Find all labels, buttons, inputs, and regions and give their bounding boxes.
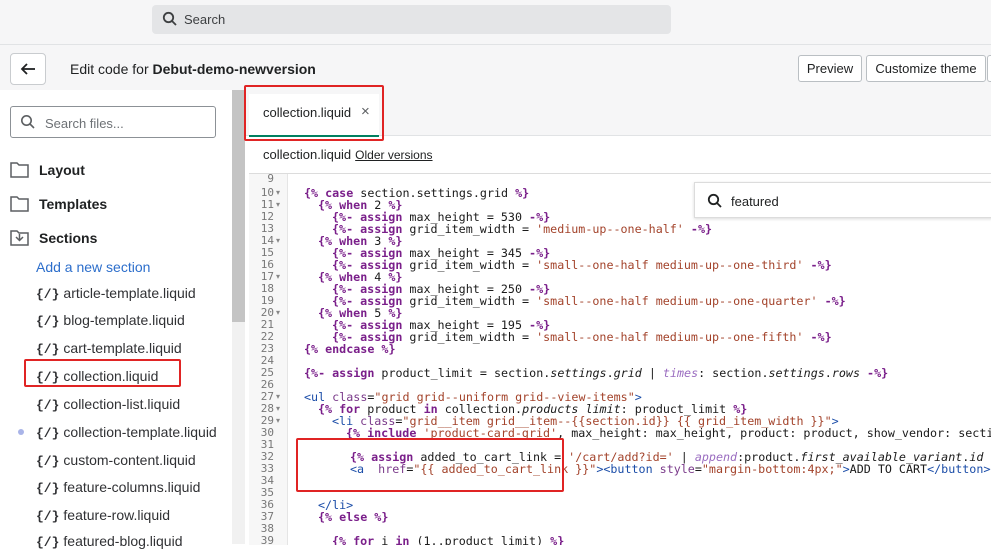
file-sidebar: Search files... Layout Templates Section… (0, 90, 232, 550)
editor-header: Edit code for Debut-demo-newversion Prev… (0, 45, 991, 90)
fold-arrow-icon[interactable]: ▾ (276, 236, 280, 245)
customize-theme-button[interactable]: Customize theme (866, 55, 986, 82)
file-highlight (24, 359, 181, 387)
file-item[interactable]: {/} feature-columns.liquid (36, 479, 200, 499)
liquid-file-icon: {/} (36, 314, 60, 329)
file-name: custom-content.liquid (63, 452, 196, 468)
code-highlight (296, 438, 564, 492)
code-line: {% for i in (1..product_limit) %} (332, 534, 565, 545)
fold-arrow-icon[interactable]: ▾ (276, 200, 280, 209)
liquid-file-icon: {/} (36, 342, 60, 357)
preview-button[interactable]: Preview (798, 55, 862, 82)
find-input-value: featured (731, 194, 779, 209)
fold-arrow-icon[interactable]: ▾ (276, 416, 280, 425)
file-item[interactable]: {/} cart-template.liquid (36, 340, 182, 360)
code-line: {%- assign product_limit = section.setti… (304, 366, 889, 380)
global-search-input[interactable]: Search (152, 5, 671, 34)
fold-arrow-icon[interactable]: ▾ (276, 188, 280, 197)
file-name: cart-template.liquid (63, 340, 182, 356)
file-search-input[interactable]: Search files... (10, 106, 216, 138)
find-box[interactable]: featured (694, 182, 991, 218)
top-bar: Search (0, 0, 991, 45)
older-versions-link[interactable]: Older versions (355, 148, 432, 162)
file-name: collection-list.liquid (63, 396, 181, 412)
file-item[interactable]: {/} collection-template.liquid (36, 424, 217, 444)
global-search-placeholder: Search (184, 12, 226, 27)
theme-name: Debut-demo-newversion (152, 61, 316, 77)
page-title-prefix: Edit code for (70, 61, 149, 77)
code-line: {%- assign grid_item_width = 'small--one… (332, 294, 846, 308)
tab-highlight (244, 85, 384, 141)
liquid-file-icon: {/} (36, 535, 60, 550)
liquid-file-icon: {/} (36, 454, 60, 469)
file-item[interactable]: {/} article-template.liquid (36, 285, 196, 305)
modified-dot (18, 429, 24, 435)
file-info: collection.liquid Older versions (263, 147, 433, 162)
file-name: feature-columns.liquid (63, 479, 201, 495)
file-name: article-template.liquid (63, 285, 196, 301)
fold-arrow-icon[interactable]: ▾ (276, 272, 280, 281)
liquid-file-icon: {/} (36, 398, 60, 413)
liquid-file-icon: {/} (36, 287, 60, 302)
page-title: Edit code for Debut-demo-newversion (70, 61, 316, 77)
fold-arrow-icon[interactable]: ▾ (276, 308, 280, 317)
liquid-file-icon: {/} (36, 509, 60, 524)
folder-open-icon (10, 230, 29, 246)
code-line: {%- assign grid_item_width = 'small--one… (332, 330, 832, 344)
file-item[interactable]: {/} feature-row.liquid (36, 507, 170, 527)
folder-icon (10, 196, 29, 212)
file-item[interactable]: {/} collection-list.liquid (36, 396, 180, 416)
add-new-section-link[interactable]: Add a new section (36, 259, 150, 275)
liquid-file-icon: {/} (36, 426, 60, 441)
code-line: {% else %} (318, 510, 389, 524)
file-name: blog-template.liquid (63, 312, 185, 328)
file-name: featured-blog.liquid (63, 533, 183, 549)
liquid-file-icon: {/} (36, 481, 60, 496)
search-icon (707, 193, 722, 208)
fold-arrow-icon[interactable]: ▾ (276, 404, 280, 413)
current-file-name: collection.liquid (263, 147, 352, 162)
file-name: feature-row.liquid (63, 507, 171, 523)
line-number: 9 (267, 173, 274, 185)
folder-label: Sections (39, 230, 98, 246)
fold-arrow-icon[interactable]: ▾ (276, 392, 280, 401)
line-number: 39 (260, 534, 274, 545)
search-icon (162, 11, 177, 26)
file-item[interactable]: {/} featured-blog.liquid (36, 533, 183, 553)
back-button[interactable] (10, 53, 46, 85)
file-item[interactable]: {/} custom-content.liquid (36, 452, 196, 472)
file-search-placeholder: Search files... (45, 116, 124, 131)
code-line: {%- assign grid_item_width = 'small--one… (332, 258, 832, 272)
folder-label: Templates (39, 196, 108, 212)
search-icon (21, 115, 35, 129)
line-gutter: 9 10 11 12 13 14 15 16 17 18 19 20 21 22… (249, 174, 288, 545)
more-actions-button[interactable] (987, 55, 991, 82)
code-line: {% endcase %} (304, 342, 396, 356)
file-item[interactable]: {/} blog-template.liquid (36, 312, 185, 332)
folder-icon (10, 162, 29, 178)
arrow-left-icon (20, 63, 35, 75)
file-name: collection-template.liquid (63, 424, 217, 440)
folder-label: Layout (39, 162, 85, 178)
